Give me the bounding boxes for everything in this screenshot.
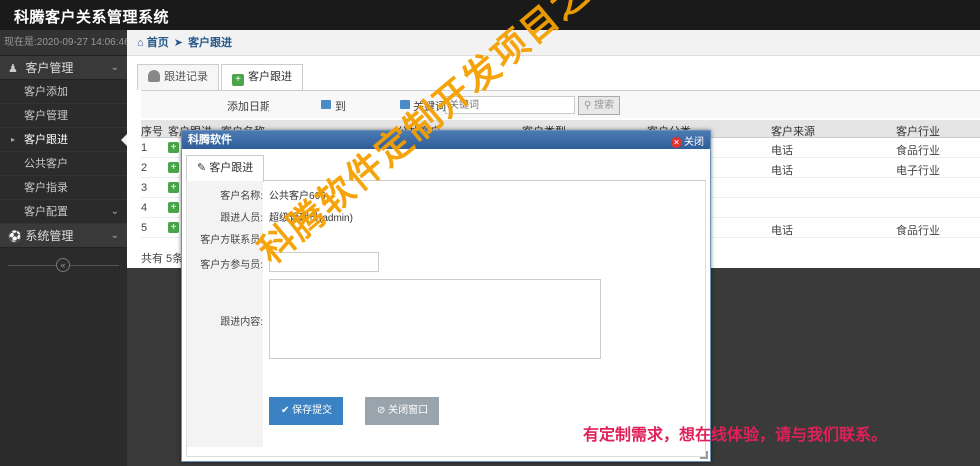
sidebar-item-label: 客户管理 [24, 110, 68, 122]
resize-grip-icon[interactable] [700, 451, 708, 459]
dialog-title: 科腾软件 [188, 134, 232, 146]
sidebar-item-manage-customer[interactable]: 客户管理 [0, 104, 127, 128]
row-number: 3 [141, 182, 148, 194]
cell-source: 电话 [771, 225, 793, 237]
plus-icon[interactable]: + [168, 182, 179, 193]
plus-icon[interactable]: + [168, 162, 179, 173]
home-icon: ⌂ [137, 37, 144, 49]
sidebar-item-label: 客户跟进 [24, 134, 68, 146]
person-icon [148, 70, 160, 82]
sidebar-item-label: 客户添加 [24, 86, 68, 98]
total-count: 共有 5条 [141, 253, 184, 265]
tab-customer-follow-up[interactable]: ✎ 客户跟进 [186, 155, 265, 182]
bullet-icon: ▸ [11, 135, 16, 144]
dialog-close-button[interactable]: ✕ 关闭 [671, 134, 704, 152]
sidebar-item-public-customer[interactable]: 公共客户 [0, 152, 127, 176]
sidebar-item-label: 客户指录 [24, 182, 68, 194]
close-icon: ✕ [671, 137, 682, 148]
plus-icon[interactable]: + [168, 202, 179, 213]
menu-group-label: 客户管理 [25, 61, 74, 75]
chevron-down-icon: ⌄ [110, 206, 119, 217]
breadcrumb-home[interactable]: 首页 [147, 37, 169, 49]
sidebar: 现在是:2020-09-27 14:06:46 ♟ 客户管理 ⌄ 客户添加 客户… [0, 30, 130, 466]
customer-name-label: 客户名称: [220, 191, 263, 202]
follower-label: 跟进人员: [220, 213, 263, 224]
close-window-button[interactable]: ⊘ 关闭窗口 [365, 397, 439, 425]
search-button[interactable]: ⚲ 搜索 [578, 96, 620, 115]
cell-industry: 食品行业 [896, 225, 940, 237]
calendar-icon[interactable] [321, 100, 331, 109]
tab-follow-records[interactable]: 跟进记录 [137, 64, 219, 90]
close-label: 关闭 [684, 137, 704, 148]
cell-source: 电话 [771, 145, 793, 157]
close-window-label: 关闭窗口 [388, 405, 429, 416]
login-time: 现在是:2020-09-27 14:06:46 [0, 30, 130, 56]
breadcrumb-current: 客户跟进 [188, 37, 233, 49]
plus-icon: + [232, 74, 244, 86]
filter-bar: 添加日期: 到 关键词: ⚲ 搜索 [141, 90, 980, 118]
cell-industry: 电子行业 [896, 165, 940, 177]
tab-label: 客户跟进 [209, 162, 254, 174]
cell-source: 电话 [771, 165, 793, 177]
follow-up-dialog: 科腾软件 ✕ 关闭 ✎ 客户跟进 客户名称: 公共客户666 跟进人员: 超级管理… [181, 130, 711, 462]
column-header[interactable]: 客户来源 [771, 123, 815, 139]
save-label: 保存提交 [292, 405, 333, 416]
sidebar-item-label: 客户配置 [24, 206, 68, 218]
sidebar-item-customer-directory[interactable]: 客户指录 [0, 176, 127, 200]
tab-label: 跟进记录 [164, 71, 208, 83]
dialog-tab-bar: ✎ 客户跟进 [186, 155, 706, 182]
ban-icon: ⊘ [377, 405, 386, 416]
row-number: 5 [141, 222, 148, 234]
menu-group-customer[interactable]: ♟ 客户管理 ⌄ [0, 56, 127, 80]
tab-customer-follow-up[interactable]: + 客户跟进 [221, 64, 303, 91]
content-label: 跟进内容: [220, 317, 263, 328]
content-textarea[interactable] [269, 279, 601, 359]
dialog-titlebar[interactable]: 科腾软件 ✕ 关闭 [182, 131, 710, 149]
date-start-input[interactable] [269, 96, 323, 114]
plus-icon[interactable]: + [168, 142, 179, 153]
menu-group-label: 系统管理 [25, 229, 74, 243]
column-header[interactable]: 序号 [141, 123, 163, 139]
search-icon: ⚲ [583, 100, 592, 111]
plus-icon[interactable]: + [168, 222, 179, 233]
tab-bar: 跟进记录 + 客户跟进 [137, 64, 305, 91]
sidebar-item-label: 公共客户 [24, 158, 68, 170]
column-header[interactable]: 客户行业 [896, 123, 940, 139]
save-button[interactable]: ✔ 保存提交 [269, 397, 343, 425]
user-icon: ♟ [8, 63, 18, 75]
sidebar-item-add-customer[interactable]: 客户添加 [0, 80, 127, 104]
tab-label: 客户跟进 [248, 71, 292, 83]
date-label: 添加日期: [227, 101, 275, 113]
chevron-down-icon: ⌄ [110, 230, 119, 241]
chevron-right-icon: ➤ [173, 37, 183, 49]
row-number: 2 [141, 162, 148, 174]
sidebar-item-customer-config[interactable]: 客户配置 ⌄ [0, 200, 127, 224]
to-label: 到 [335, 101, 346, 113]
menu-group-system[interactable]: ⚽ 系统管理 ⌄ [0, 224, 127, 248]
search-button-label: 搜索 [594, 100, 615, 111]
app-title: 科腾客户关系管理系统 [14, 9, 170, 26]
collapse-sidebar-button[interactable]: « [56, 258, 70, 272]
participant-label: 客户方参与员: [200, 260, 263, 271]
row-number: 1 [141, 142, 148, 154]
chevron-down-icon: ⌄ [110, 62, 119, 73]
soccer-ball-icon: ⚽ [8, 231, 22, 243]
row-number: 4 [141, 202, 148, 214]
top-bar: 科腾客户关系管理系统 [0, 0, 980, 30]
cell-industry: 食品行业 [896, 145, 940, 157]
edit-icon: ✎ [197, 162, 207, 174]
sidebar-item-follow-up[interactable]: ▸ 客户跟进 [0, 128, 128, 152]
promo-text: 有定制需求，想在线体验，请与我们联系。 [583, 427, 888, 444]
check-icon: ✔ [281, 405, 290, 416]
